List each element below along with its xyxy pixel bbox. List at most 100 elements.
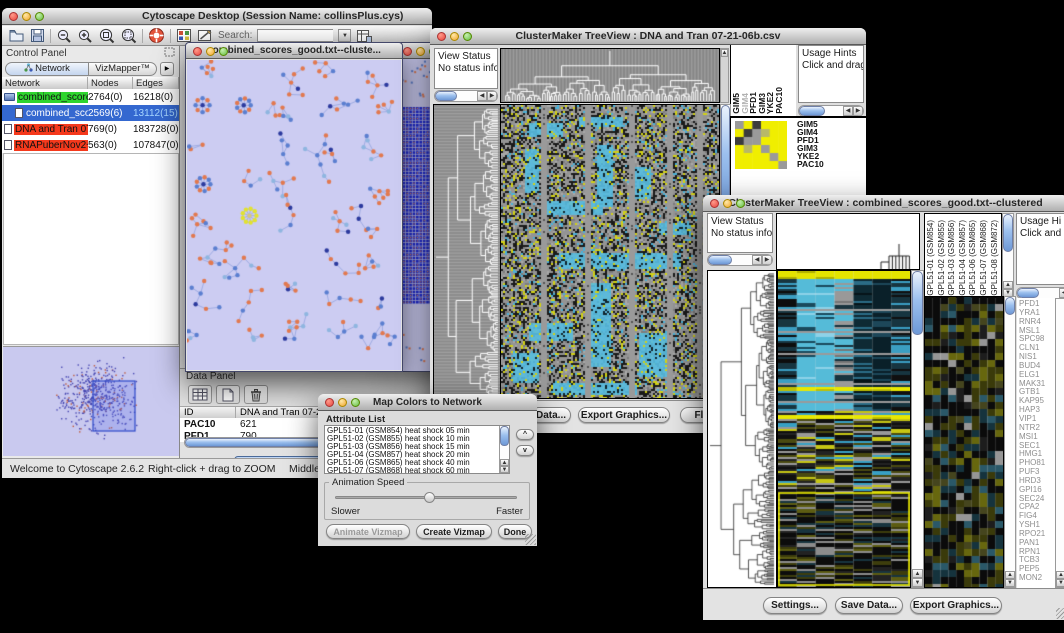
save-data-button[interactable]: Save Data... [835,597,903,614]
move-down-button[interactable]: v [516,445,534,456]
scroll-down-arrow[interactable]: ▼ [1056,579,1064,587]
col-edges[interactable]: Edges [133,77,179,89]
search-dropdown-button[interactable]: ▼ [338,29,351,42]
view-status-hscrollbar[interactable]: ◀ ▶ [434,90,498,102]
scroll-left-arrow[interactable]: ◀ [477,91,487,101]
scroll-down-arrow[interactable]: ▼ [912,578,923,587]
zoom-button[interactable] [219,47,228,56]
scrollbar-thumb[interactable] [912,271,923,335]
row-dendrogram-canvas[interactable] [433,104,501,399]
export-graphics-button[interactable]: Export Graphics... [910,597,1002,614]
network-row[interactable]: DNA and Tran 07 769(0) 183728(0) [2,121,179,137]
resize-grip[interactable] [1056,608,1064,619]
attribute-list[interactable]: GPL51-01 (GSM854) heat shock 05 minGPL51… [324,425,510,474]
network-row[interactable]: combined_scores 2764(0) 16218(0) [2,89,179,105]
col-nodes[interactable]: Nodes [88,77,133,89]
scrollbar-thumb[interactable] [708,255,732,265]
scroll-up-arrow[interactable]: ▲ [721,49,728,57]
column-label[interactable]: GPL51-03 (GSM856) [947,220,958,296]
column-label[interactable]: GPL51-08 (GSM872) [990,220,1001,296]
scroll-up-arrow[interactable]: ▲ [912,569,923,578]
scrollbar-thumb[interactable] [1017,288,1039,298]
view-status-hscrollbar[interactable]: ◀ ▶ [707,254,773,266]
attribute-table-icon[interactable] [188,385,212,404]
scroll-right-arrow[interactable]: ▶ [487,91,497,101]
network-row[interactable]: RNAPuberNov2+ 563(0) 107847(0) [2,137,179,153]
zoom-button[interactable] [463,32,472,41]
settings-button[interactable]: Settings... [763,597,827,614]
scrollbar-thumb[interactable] [500,426,509,446]
close-button[interactable] [437,32,446,41]
vizmapper-grid-icon[interactable] [176,28,192,43]
heatmap-vscrollbar[interactable]: ▲ ▼ [911,270,924,588]
column-label[interactable]: GPL51-01 (GSM854) [926,220,937,296]
move-up-button[interactable]: ^ [516,429,534,440]
scroll-right-arrow[interactable]: ▶ [762,255,772,265]
minimize-button[interactable] [723,199,732,208]
tab-overflow-button[interactable]: ▶ [160,62,174,76]
close-button[interactable] [325,398,334,407]
scrollbar-thumb[interactable] [1003,214,1013,252]
column-dendrogram-area[interactable] [776,213,920,270]
close-button[interactable] [193,47,202,56]
float-panel-icon[interactable] [164,47,175,60]
mini-heatmap-canvas[interactable] [735,121,787,169]
attribute-list-vscrollbar[interactable]: ▲ ▼ [499,426,509,473]
zoom-button[interactable] [351,398,360,407]
column-label[interactable]: PAC10 [776,87,784,114]
network-row[interactable]: combined_sco 2569(6) 13112(15) [2,105,179,121]
search-input[interactable] [257,29,333,42]
column-label[interactable]: GPL51-02 (GSM855) [937,220,948,296]
tab-vizmapper[interactable]: VizMapper™ [89,62,157,76]
scroll-down-arrow[interactable]: ▼ [500,466,509,473]
column-label[interactable]: GPL51-07 (GSM868) [979,220,990,296]
gene-label[interactable]: MON2 [1019,574,1055,583]
scrollbar-thumb[interactable] [435,91,457,101]
network-titlebar[interactable]: combined_scores_good.txt--cluste... [186,43,402,59]
export-graphics-button[interactable]: Export Graphics... [578,407,670,423]
scroll-left-arrow[interactable]: ◀ [843,106,853,116]
network-canvas[interactable] [187,60,401,370]
scroll-up-arrow[interactable]: ▲ [1056,571,1064,579]
treeview2-titlebar[interactable]: ClusterMaker TreeView : combined_scores_… [703,195,1064,212]
zoom-selected-icon[interactable] [98,28,115,44]
scroll-left-arrow[interactable]: ◀ [1059,288,1064,298]
row-label[interactable]: PAC10 [797,160,863,168]
minimize-button[interactable] [22,12,31,21]
col-network[interactable]: Network [2,77,88,89]
minimize-button[interactable] [206,47,215,56]
tab-network[interactable]: Network [5,62,89,76]
scroll-down-arrow[interactable]: ▼ [1005,579,1015,587]
column-dendrogram-canvas[interactable] [777,214,919,269]
treeview1-titlebar[interactable]: ClusterMaker TreeView : DNA and Tran 07-… [430,28,866,45]
speed-slider-track[interactable] [335,496,517,499]
close-button[interactable] [710,199,719,208]
col-id[interactable]: ID [180,406,236,418]
delete-attribute-icon[interactable] [244,385,268,404]
main-titlebar[interactable]: Cytoscape Desktop (Session Name: collins… [2,8,432,25]
minimize-button[interactable] [416,47,425,56]
heatmap-canvas[interactable] [500,104,720,399]
network-table-header[interactable]: Network Nodes Edges [2,77,179,89]
zoom-button[interactable] [736,199,745,208]
annotation-icon[interactable] [197,28,213,43]
help-lifering-icon[interactable] [148,27,165,44]
scroll-left-arrow[interactable]: ◀ [752,255,762,265]
birdseye-view[interactable] [3,346,179,456]
scroll-up-arrow[interactable]: ▲ [1003,281,1013,289]
minimize-button[interactable] [450,32,459,41]
dialog-titlebar[interactable]: Map Colors to Network [318,394,537,411]
column-label[interactable]: GPL51-06 (GSM865) [968,220,979,296]
save-data-button[interactable]: Data... [531,407,571,423]
column-label[interactable]: GPL51-04 (GSM857) [958,220,969,296]
zoom-in-icon[interactable] [77,28,93,44]
save-icon[interactable] [30,28,45,43]
new-attribute-icon[interactable] [216,385,240,404]
animate-vizmap-button[interactable]: Animate Vizmap [326,524,410,539]
resize-grip[interactable] [525,534,536,545]
speed-slider-thumb[interactable] [424,492,435,503]
zoom-out-icon[interactable] [56,28,72,44]
close-button[interactable] [403,47,412,56]
gene-list-vscrollbar[interactable]: ▲ ▼ [1055,298,1064,588]
birdseye-canvas[interactable] [3,347,177,455]
